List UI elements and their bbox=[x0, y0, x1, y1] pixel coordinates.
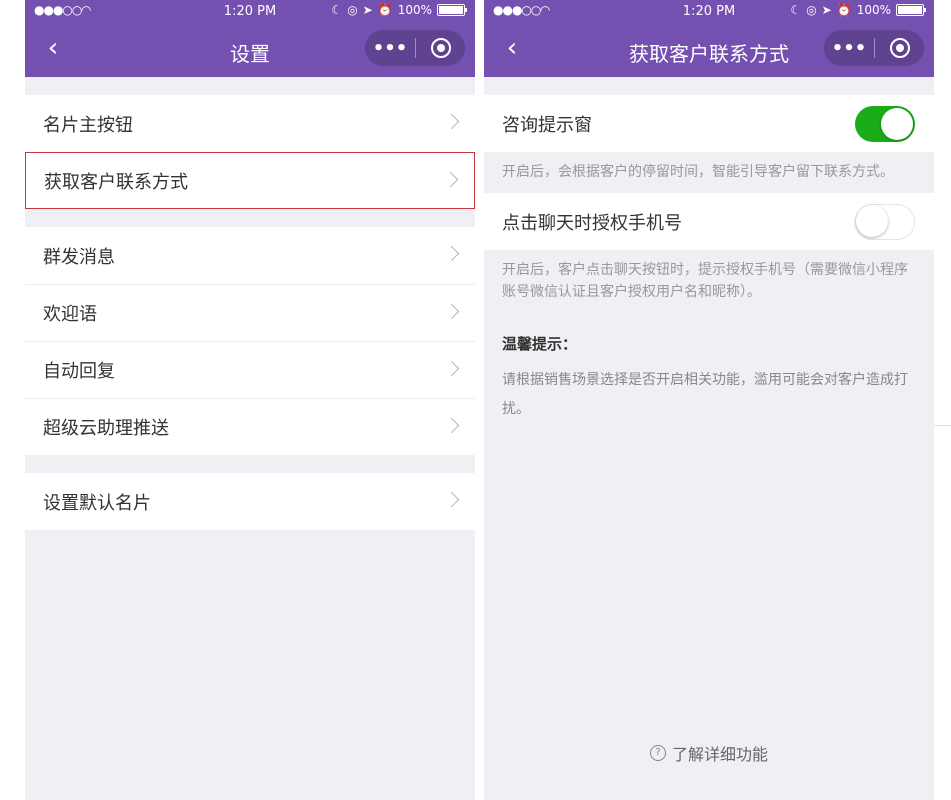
setting-label: 名片主按钮 bbox=[43, 114, 133, 136]
setting-auto-reply[interactable]: 自动回复 bbox=[25, 341, 475, 398]
settings-screen: ●●●○○ ◠ 1:20 PM ☾ ◎ ➤ ⏰ 100% ‹ 设置 ••• 名片 bbox=[25, 0, 475, 800]
chevron-right-icon bbox=[442, 171, 459, 188]
chevron-right-icon bbox=[443, 360, 460, 377]
chevron-right-icon bbox=[443, 245, 460, 262]
consult-popup-toggle[interactable] bbox=[855, 106, 915, 142]
close-button[interactable] bbox=[875, 38, 924, 58]
toggle-knob bbox=[881, 108, 913, 140]
alarm-icon: ⏰ bbox=[377, 3, 393, 17]
settings-group-3: 设置默认名片 bbox=[25, 473, 475, 530]
location-icon: ➤ bbox=[362, 3, 373, 17]
chevron-right-icon bbox=[443, 417, 460, 434]
navbar: ‹ 获取客户联系方式 ••• bbox=[484, 24, 934, 77]
setting-label: 欢迎语 bbox=[43, 304, 97, 325]
setting-assistant-push[interactable]: 超级云助理推送 bbox=[25, 398, 475, 455]
settings-group-2: 群发消息 欢迎语 自动回复 超级云助理推送 bbox=[25, 227, 475, 455]
moon-icon: ☾ bbox=[331, 3, 343, 17]
phone-auth-toggle[interactable] bbox=[855, 204, 915, 240]
battery-percent: 100% bbox=[856, 3, 891, 17]
setting-label: 自动回复 bbox=[43, 361, 115, 382]
chevron-right-icon bbox=[443, 303, 460, 320]
more-dots-icon: ••• bbox=[831, 37, 867, 59]
more-dots-icon: ••• bbox=[372, 37, 408, 59]
question-circle-icon: ? bbox=[649, 745, 666, 761]
battery-icon bbox=[437, 4, 467, 16]
more-button[interactable]: ••• bbox=[365, 38, 415, 59]
tips-section: 温馨提示： 请根据销售场景选择是否开启相关功能，滥用可能会对客户造成打扰。 bbox=[484, 313, 934, 424]
chevron-right-icon bbox=[443, 491, 460, 508]
navbar: ‹ 设置 ••• bbox=[25, 24, 475, 77]
switch-label: 点击聊天时授权手机号 bbox=[502, 212, 682, 234]
learn-more-link[interactable]: ? 了解详细功能 bbox=[484, 741, 934, 765]
switch-row-consult-popup: 咨询提示窗 bbox=[484, 95, 934, 152]
alarm-icon: ⏰ bbox=[836, 3, 852, 17]
header: ●●●○○ ◠ 1:20 PM ☾ ◎ ➤ ⏰ 100% ‹ 设置 ••• bbox=[25, 0, 475, 77]
close-button[interactable] bbox=[416, 38, 465, 58]
contact-settings-screen: ●●●○○ ◠ 1:20 PM ☾ ◎ ➤ ⏰ 100% ‹ 获取客户联系方式 … bbox=[484, 0, 934, 800]
switch-label: 咨询提示窗 bbox=[502, 114, 592, 136]
location-icon: ➤ bbox=[821, 3, 832, 17]
switch-description: 开启后，会根据客户的停留时间，智能引导客户留下联系方式。 bbox=[502, 164, 894, 180]
setting-label: 获取客户联系方式 bbox=[44, 171, 188, 193]
switch-description: 开启后，客户点击聊天按钮时，提示授权手机号（需要微信小程序账号微信认证且客户授权… bbox=[502, 262, 908, 300]
setting-get-contact[interactable]: 获取客户联系方式 bbox=[25, 152, 475, 209]
setting-card-main-button[interactable]: 名片主按钮 bbox=[25, 95, 475, 152]
settings-group-1: 名片主按钮 获取客户联系方式 bbox=[25, 95, 475, 209]
tips-text: 请根据销售场景选择是否开启相关功能，滥用可能会对客户造成打扰。 bbox=[502, 372, 908, 417]
mini-program-capsule: ••• bbox=[365, 30, 465, 66]
setting-label: 设置默认名片 bbox=[43, 492, 151, 514]
background-divider bbox=[934, 425, 951, 426]
setting-welcome[interactable]: 欢迎语 bbox=[25, 284, 475, 341]
status-bar: ●●●○○ ◠ 1:20 PM ☾ ◎ ➤ ⏰ 100% bbox=[25, 0, 475, 24]
setting-label: 群发消息 bbox=[43, 246, 115, 268]
lock-rotation-icon: ◎ bbox=[806, 3, 817, 17]
moon-icon: ☾ bbox=[790, 3, 802, 17]
status-right: ☾ ◎ ➤ ⏰ 100% bbox=[331, 3, 467, 17]
learn-more-label: 了解详细功能 bbox=[671, 745, 768, 764]
toggle-knob bbox=[856, 205, 888, 237]
mini-program-capsule: ••• bbox=[824, 30, 924, 66]
tips-title: 温馨提示： bbox=[502, 335, 578, 353]
battery-percent: 100% bbox=[397, 3, 432, 17]
status-bar: ●●●○○ ◠ 1:20 PM ☾ ◎ ➤ ⏰ 100% bbox=[484, 0, 934, 24]
setting-broadcast[interactable]: 群发消息 bbox=[25, 227, 475, 284]
more-button[interactable]: ••• bbox=[824, 38, 874, 59]
target-circle-icon bbox=[889, 38, 910, 58]
battery-icon bbox=[896, 4, 926, 16]
setting-label: 超级云助理推送 bbox=[43, 418, 169, 439]
target-circle-icon bbox=[430, 38, 451, 58]
setting-default-card[interactable]: 设置默认名片 bbox=[25, 473, 475, 530]
switch-row-phone-auth: 点击聊天时授权手机号 bbox=[484, 193, 934, 250]
status-right: ☾ ◎ ➤ ⏰ 100% bbox=[790, 3, 926, 17]
lock-rotation-icon: ◎ bbox=[347, 3, 358, 17]
chevron-right-icon bbox=[443, 113, 460, 130]
header: ●●●○○ ◠ 1:20 PM ☾ ◎ ➤ ⏰ 100% ‹ 获取客户联系方式 … bbox=[484, 0, 934, 77]
